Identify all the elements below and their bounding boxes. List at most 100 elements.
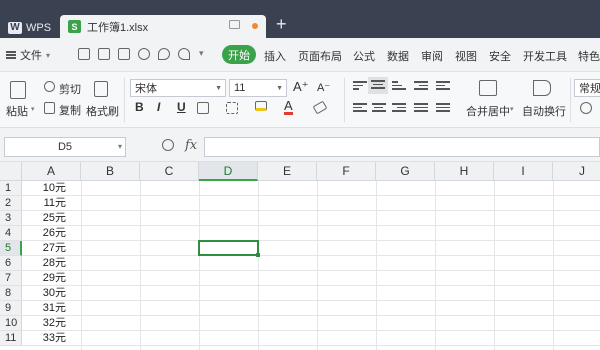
quick-access-dropdown-icon[interactable]: ▾ [199,48,204,59]
monitor-icon[interactable] [229,20,240,29]
eraser-icon[interactable] [312,100,328,115]
cell-a1[interactable]: 10元 [22,181,82,196]
row-header-8[interactable]: 8 [0,286,22,301]
column-header-b[interactable]: B [81,162,140,181]
tab-security[interactable]: 安全 [489,48,511,64]
distributed-icon[interactable] [436,103,450,114]
selected-cell-outline[interactable] [198,240,260,257]
column-header-i[interactable]: I [494,162,553,181]
number-format-value: 常规 [579,83,600,95]
tab-insert[interactable]: 插入 [264,48,286,64]
paste-button[interactable]: 粘贴 [6,103,28,119]
row-header-9[interactable]: 9 [0,301,22,316]
tab-special[interactable]: 特色应 [578,48,600,64]
spreadsheet-grid[interactable]: A B C D E F G H I J 1 10元 2 11元 3 25元 4 26元 5 27元 6 28元 7 29元 8 3… [0,162,600,350]
new-tab-plus-icon[interactable]: + [276,14,287,35]
print-preview-icon[interactable] [138,48,150,60]
row-header-6[interactable]: 6 [0,256,22,271]
name-box-value: D5 [57,141,73,153]
column-header-e[interactable]: E [258,162,317,181]
cell-a9[interactable]: 31元 [22,301,82,316]
column-header-f[interactable]: F [317,162,376,181]
print-icon[interactable] [118,48,130,60]
column-header-d[interactable]: D [199,162,258,181]
tab-data[interactable]: 数据 [387,48,409,64]
decrease-font-icon[interactable]: A⁻ [317,81,330,94]
bold-icon[interactable]: B [135,100,144,114]
grid-line [22,330,600,331]
redo-icon[interactable] [178,48,190,60]
fx-icon[interactable]: fx [185,138,197,153]
row-header-3[interactable]: 3 [0,211,22,226]
tab-start[interactable]: 开始 [222,45,256,64]
italic-icon[interactable]: I [157,100,160,114]
cut-button[interactable]: 剪切 [59,81,81,97]
tab-review[interactable]: 审阅 [421,48,443,64]
export-pdf-icon[interactable] [98,48,110,60]
row-header-2[interactable]: 2 [0,196,22,211]
select-all-corner[interactable] [0,162,22,181]
currency-icon[interactable] [580,102,592,114]
align-middle-icon[interactable] [368,77,388,94]
wrap-text-icon[interactable] [533,80,551,96]
merge-center-button[interactable]: 合并居中 [466,103,510,119]
paste-dropdown-icon[interactable]: ▾ [31,105,35,113]
underline-icon[interactable]: U [177,100,186,114]
row-header-10[interactable]: 10 [0,316,22,331]
tab-view[interactable]: 视图 [455,48,477,64]
zoom-search-icon[interactable] [162,139,174,151]
font-size-select[interactable]: 11 ▼ [229,79,287,97]
row-header-5[interactable]: 5 [0,241,22,256]
cell-a8[interactable]: 30元 [22,286,82,301]
merge-dropdown-icon[interactable]: ▾ [510,105,514,113]
align-center-icon[interactable] [372,103,386,114]
cell-style-icon[interactable] [226,102,238,114]
font-name-select[interactable]: 宋体 ▼ [130,79,226,97]
paste-icon[interactable] [10,81,26,99]
cell-a3[interactable]: 25元 [22,211,82,226]
tab-developer[interactable]: 开发工具 [523,48,567,64]
cell-a11[interactable]: 33元 [22,331,82,346]
wrap-text-button[interactable]: 自动换行 [522,103,566,119]
cell-a5[interactable]: 27元 [22,241,82,256]
cell-a10[interactable]: 32元 [22,316,82,331]
column-header-j[interactable]: J [553,162,600,181]
copy-button[interactable]: 复制 [59,102,81,118]
align-right-icon[interactable] [392,103,406,114]
align-bottom-icon[interactable] [392,81,406,92]
merge-cells-icon[interactable] [479,80,497,96]
row-header-1[interactable]: 1 [0,181,22,196]
document-tab[interactable]: S 工作簿1.xlsx [60,15,266,38]
column-header-g[interactable]: G [376,162,435,181]
increase-font-icon[interactable]: A⁺ [293,79,309,95]
row-header-7[interactable]: 7 [0,271,22,286]
cell-a6[interactable]: 28元 [22,256,82,271]
name-box[interactable]: D5 ▾ [4,137,126,157]
column-header-a[interactable]: A [22,162,81,181]
wps-home-tab[interactable]: W WPS [4,17,56,38]
fill-color-icon[interactable] [255,101,267,111]
tab-formulas[interactable]: 公式 [353,48,375,64]
align-left-icon[interactable] [353,103,367,114]
undo-icon[interactable] [158,48,170,60]
font-color-icon[interactable]: A [284,99,293,115]
increase-indent-icon[interactable] [436,81,450,92]
align-top-icon[interactable] [353,81,367,92]
column-header-c[interactable]: C [140,162,199,181]
justify-icon[interactable] [414,103,428,114]
format-painter-button[interactable]: 格式刷 [86,103,119,119]
cell-a4[interactable]: 26元 [22,226,82,241]
file-menu[interactable]: 文件 ▾ [6,47,50,63]
formula-input[interactable] [204,137,600,157]
decrease-indent-icon[interactable] [414,81,428,92]
save-icon[interactable] [78,48,90,60]
number-format-select[interactable]: 常规 [574,79,600,97]
tab-page-layout[interactable]: 页面布局 [298,48,342,64]
border-icon[interactable] [197,102,209,114]
format-painter-icon[interactable] [94,81,108,97]
column-header-h[interactable]: H [435,162,494,181]
row-header-4[interactable]: 4 [0,226,22,241]
cell-a7[interactable]: 29元 [22,271,82,286]
row-header-11[interactable]: 11 [0,331,22,346]
cell-a2[interactable]: 11元 [22,196,82,211]
